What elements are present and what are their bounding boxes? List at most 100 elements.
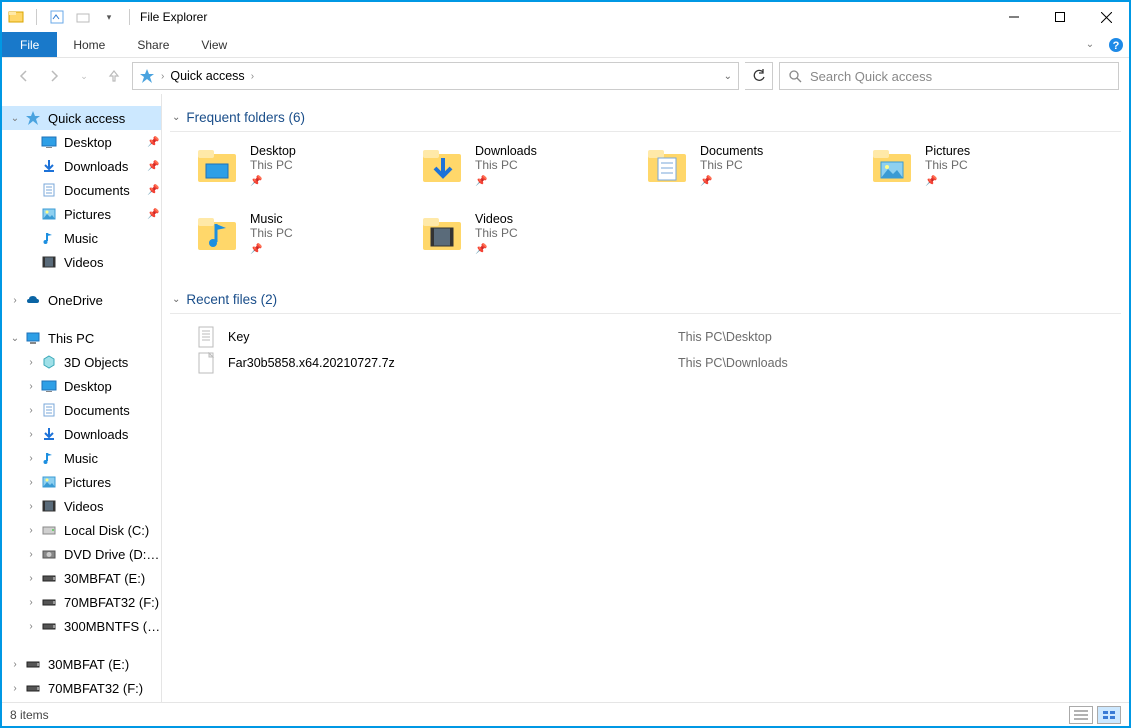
pictures-icon [40,473,58,491]
expander-icon[interactable]: › [24,621,38,632]
separator [129,9,130,25]
nav-this-pc[interactable]: ⌄This PC [2,326,161,350]
folder-tile[interactable]: DesktopThis PC📌 [196,142,421,202]
nav-item[interactable]: Pictures📌 [2,202,161,226]
nav-quick-access[interactable]: ⌄Quick access [2,106,161,130]
expander-icon[interactable]: › [24,381,38,392]
folder-location: This PC [925,158,970,172]
breadcrumb-item[interactable]: Quick access [170,69,244,83]
nav-item[interactable]: ›Downloads [2,422,161,446]
nav-item[interactable]: ›300MBNTFS (G:) [2,614,161,638]
view-large-button[interactable] [1097,706,1121,724]
pin-icon: 📌 [147,137,161,148]
folder-icon [421,212,465,256]
nav-item[interactable]: Documents📌 [2,178,161,202]
folder-icon [196,144,240,188]
recent-locations-button[interactable]: ⌄ [72,64,96,88]
nav-item[interactable]: ›30MBFAT (E:) [2,652,161,676]
folder-tile[interactable]: DocumentsThis PC📌 [646,142,871,202]
expander-icon[interactable]: › [24,501,38,512]
title-bar: ▾ File Explorer [2,2,1129,32]
videos-icon [40,497,58,515]
nav-item-label: 3D Objects [64,355,161,370]
up-button[interactable] [102,64,126,88]
expander-icon[interactable]: › [8,683,22,694]
search-box[interactable] [779,62,1119,90]
tab-share[interactable]: Share [121,32,185,57]
expander-icon[interactable]: › [24,525,38,536]
recent-file-row[interactable]: KeyThis PC\Desktop [196,324,1121,350]
qat-newfolder-icon[interactable] [73,7,93,27]
section-header-recent[interactable]: ⌄ Recent files (2) [170,288,1121,314]
help-icon[interactable]: ? [1103,32,1129,57]
search-input[interactable] [810,69,1110,84]
back-button[interactable] [12,64,36,88]
nav-item[interactable]: Videos [2,250,161,274]
folder-tile[interactable]: VideosThis PC📌 [421,210,646,270]
folder-location: This PC [475,158,537,172]
address-dropdown-icon[interactable]: ⌄ [724,71,732,82]
expander-icon[interactable]: › [24,429,38,440]
forward-button[interactable] [42,64,66,88]
expander-icon[interactable]: › [24,477,38,488]
this-pc-icon [24,329,42,347]
folder-location: This PC [700,158,763,172]
nav-item[interactable]: ›Videos [2,494,161,518]
expander-icon[interactable]: › [24,549,38,560]
pin-icon: 📌 [147,185,161,196]
expander-icon[interactable]: › [8,295,22,306]
nav-item[interactable]: ›Music [2,446,161,470]
usb-icon [40,593,58,611]
recent-file-row[interactable]: Far30b5858.x64.20210727.7zThis PC\Downlo… [196,350,1121,376]
nav-item[interactable]: Desktop📌 [2,130,161,154]
window-title: File Explorer [140,10,207,24]
pin-icon: 📌 [475,176,537,187]
expander-icon[interactable]: ⌄ [8,113,22,124]
folder-tile[interactable]: PicturesThis PC📌 [871,142,1096,202]
folder-tile[interactable]: MusicThis PC📌 [196,210,421,270]
expander-icon[interactable]: › [24,597,38,608]
nav-item[interactable]: ›Pictures [2,470,161,494]
tab-home[interactable]: Home [57,32,121,57]
nav-item[interactable]: Music [2,226,161,250]
pin-icon: 📌 [925,176,970,187]
nav-item[interactable]: ›Documents [2,398,161,422]
nav-item[interactable]: ›DVD Drive (D:) V [2,542,161,566]
qat-properties-icon[interactable] [47,7,67,27]
ribbon-expand-icon[interactable]: ⌄ [1077,32,1103,57]
nav-item[interactable]: ›Local Disk (C:) [2,518,161,542]
nav-item[interactable]: ›Desktop [2,374,161,398]
nav-onedrive[interactable]: › OneDrive [2,288,161,312]
close-button[interactable] [1083,2,1129,32]
refresh-button[interactable] [745,62,773,90]
disk-icon [40,521,58,539]
nav-item[interactable]: Downloads📌 [2,154,161,178]
downloads-icon [40,425,58,443]
nav-item-label: Documents [64,183,145,198]
nav-item-label: Pictures [64,207,145,222]
frequent-folders-grid: DesktopThis PC📌DownloadsThis PC📌Document… [196,142,1121,270]
nav-item[interactable]: ›30MBFAT (E:) [2,566,161,590]
minimize-button[interactable] [991,2,1037,32]
expander-icon[interactable]: ⌄ [8,333,22,344]
nav-item-label: OneDrive [48,293,161,308]
qat-customize-icon[interactable]: ▾ [99,7,119,27]
expander-icon[interactable]: › [8,659,22,670]
view-details-button[interactable] [1069,706,1093,724]
tab-view[interactable]: View [185,32,243,57]
usb-icon [40,617,58,635]
section-header-frequent[interactable]: ⌄ Frequent folders (6) [170,106,1121,132]
folder-tile[interactable]: DownloadsThis PC📌 [421,142,646,202]
nav-item[interactable]: ›70MBFAT32 (F:) [2,676,161,700]
breadcrumb[interactable]: › Quick access › ⌄ [132,62,739,90]
expander-icon[interactable]: › [24,453,38,464]
nav-item[interactable]: › 3D Objects [2,350,161,374]
desktop-icon [40,133,58,151]
maximize-button[interactable] [1037,2,1083,32]
expander-icon[interactable]: › [24,405,38,416]
expander-icon[interactable]: › [24,573,38,584]
nav-item[interactable]: ›70MBFAT32 (F:) [2,590,161,614]
file-tab[interactable]: File [2,32,57,57]
folder-name: Videos [475,212,518,226]
expander-icon[interactable]: › [24,357,38,368]
